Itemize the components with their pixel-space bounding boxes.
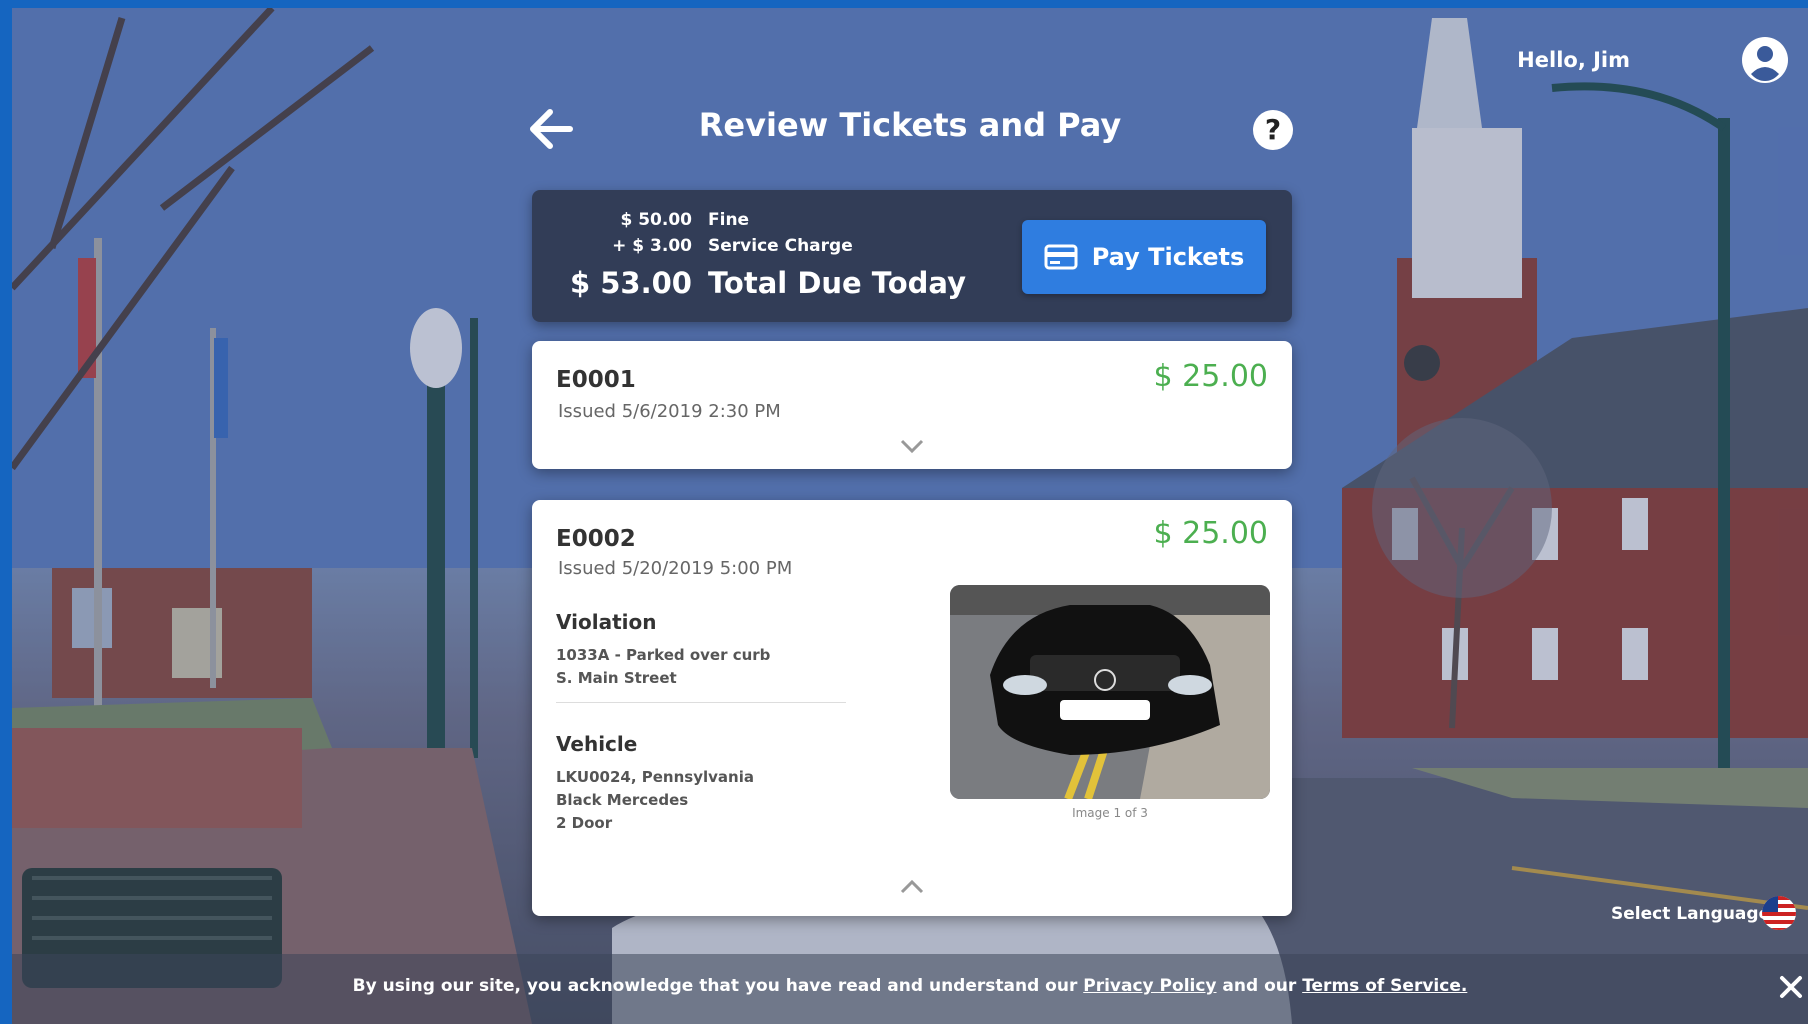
violation-code: 1033A - Parked over curb xyxy=(556,646,771,664)
cookie-text-mid: and our xyxy=(1216,976,1303,996)
cookie-text-prefix: By using our site, you acknowledge that … xyxy=(352,976,1084,996)
back-arrow-button[interactable] xyxy=(528,108,574,150)
ticket-amount: $ 25.00 xyxy=(1153,359,1268,394)
close-icon xyxy=(1780,976,1802,998)
chevron-down-icon xyxy=(900,439,924,454)
help-button[interactable]: ? xyxy=(1253,110,1293,150)
arrow-left-icon xyxy=(530,109,573,149)
ticket-card-e0001[interactable]: E0001 Issued 5/6/2019 2:30 PM $ 25.00 xyxy=(532,341,1292,469)
pay-tickets-label: Pay Tickets xyxy=(1091,243,1245,271)
fine-amount: $ 50.00 xyxy=(620,210,692,230)
cookie-consent-bar: By using our site, you acknowledge that … xyxy=(12,954,1808,1024)
expand-ticket-button[interactable] xyxy=(894,435,930,459)
terms-of-service-link[interactable]: Terms of Service. xyxy=(1302,976,1467,996)
close-cookie-button[interactable] xyxy=(1776,972,1806,1002)
ticket-id: E0002 xyxy=(556,526,636,552)
image-counter: Image 1 of 3 xyxy=(1072,806,1148,820)
user-circle-icon xyxy=(1742,37,1788,83)
violation-photo[interactable] xyxy=(950,585,1270,799)
total-label: Total Due Today xyxy=(708,266,966,300)
pay-tickets-button[interactable]: Pay Tickets xyxy=(1022,220,1266,294)
vehicle-doors: 2 Door xyxy=(556,814,613,832)
user-avatar-button[interactable] xyxy=(1741,36,1789,84)
vehicle-plate: LKU0024, Pennsylvania xyxy=(556,768,754,786)
ticket-id: E0001 xyxy=(556,367,636,393)
violation-location: S. Main Street xyxy=(556,669,677,687)
credit-card-icon xyxy=(1044,244,1078,270)
collapse-ticket-button[interactable] xyxy=(894,874,930,898)
us-flag-icon[interactable] xyxy=(1762,896,1796,930)
ticket-card-e0002: E0002 Issued 5/20/2019 5:00 PM $ 25.00 V… xyxy=(532,500,1292,916)
ticket-amount: $ 25.00 xyxy=(1153,516,1268,551)
parked-car-image xyxy=(950,585,1270,799)
vehicle-heading: Vehicle xyxy=(556,732,638,756)
violation-heading: Violation xyxy=(556,610,657,634)
ticket-issued-date: Issued 5/20/2019 5:00 PM xyxy=(558,558,793,579)
privacy-policy-link[interactable]: Privacy Policy xyxy=(1083,976,1216,996)
service-charge-amount: + $ 3.00 xyxy=(612,236,692,256)
section-divider xyxy=(556,702,846,703)
ticket-issued-date: Issued 5/6/2019 2:30 PM xyxy=(558,401,781,422)
user-greeting: Hello, Jim xyxy=(1517,48,1630,72)
chevron-up-icon xyxy=(900,879,924,894)
service-charge-label: Service Charge xyxy=(708,236,853,256)
fine-label: Fine xyxy=(708,210,750,230)
select-language-label[interactable]: Select Language xyxy=(1611,904,1770,924)
question-mark-icon: ? xyxy=(1264,113,1282,146)
payment-summary-panel: $ 50.00 Fine + $ 3.00 Service Charge $ 5… xyxy=(532,190,1292,322)
cookie-message: By using our site, you acknowledge that … xyxy=(12,976,1808,996)
page-title: Review Tickets and Pay xyxy=(698,106,1122,144)
total-amount: $ 53.00 xyxy=(569,266,692,300)
vehicle-description: Black Mercedes xyxy=(556,791,689,809)
